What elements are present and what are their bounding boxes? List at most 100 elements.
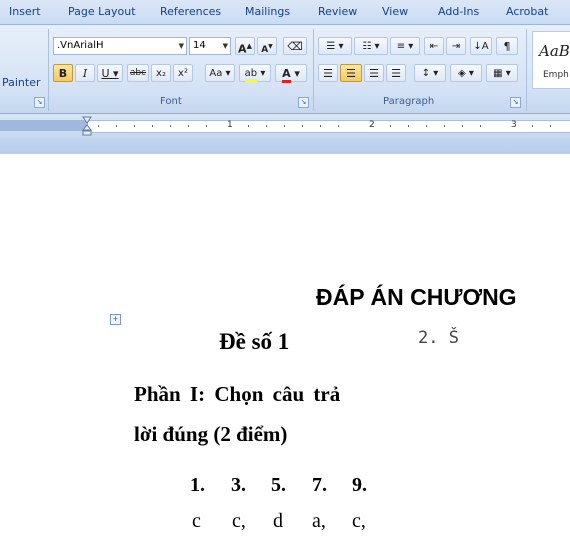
ruler-underlay [0,138,570,154]
ruler-tick [266,125,267,127]
ruler-tick [248,125,249,127]
answer-number: 3. [231,474,246,496]
font-group-label: Font [160,96,182,107]
section-heading-line2: lời đúng (2 điểm) [134,422,288,446]
sort-button[interactable]: ↓A [470,37,492,55]
ruler-tick [426,125,427,127]
ruler-tick [408,125,409,127]
answer-number: 9. [352,474,367,496]
line-spacing-button[interactable]: ↕ ▾ [414,64,446,82]
font-size-value: 14 [193,40,206,51]
font-size-combo[interactable]: 14 ▼ [189,37,231,55]
underline-button[interactable]: U ▾ [97,64,123,82]
superscript-button[interactable]: x² [173,64,193,82]
bold-button[interactable]: B [53,64,73,82]
ruler-tick [480,125,481,127]
tab-page-layout[interactable]: Page Layout [68,5,136,18]
shrink-font-button[interactable]: A▼ [257,37,277,55]
ruler-tick [188,125,189,127]
answer-value: c, [352,510,366,532]
justify-button[interactable]: ☰ [386,64,406,82]
text-highlight-button[interactable]: ab ▾ [239,64,271,82]
border-icon: ▦ [493,68,503,79]
ruler-tick [98,125,99,127]
ruler-tick [338,125,339,127]
ruler-tick [302,125,303,127]
ruler-tick [462,125,463,127]
font-name-combo[interactable]: .VnArialH ▼ [53,37,187,55]
ruler-tick [152,125,153,127]
indent-marker-icon[interactable] [82,116,92,136]
align-right-button[interactable]: ☰ [364,64,384,82]
chevron-down-icon: ▼ [178,42,184,50]
tab-mailings[interactable]: Mailings [245,5,290,18]
paragraph-dialog-launcher-icon[interactable]: ↘ [510,97,521,108]
font-dialog-launcher-icon[interactable]: ↘ [298,97,309,108]
show-formatting-marks-button[interactable]: ¶ [496,37,518,55]
ruler-margin [0,120,88,131]
bullets-button[interactable]: ☰ ▾ [318,37,352,55]
font-color-button[interactable]: A ▾ [275,64,307,83]
answer-value: d [273,510,283,532]
style-preview-text: AaB [539,42,570,60]
clear-formatting-icon[interactable]: ⌫ [283,37,307,55]
change-case-button[interactable]: Aa ▾ [205,64,235,82]
highlighter-icon: ab [244,68,258,82]
multilevel-list-button[interactable]: ≡ ▾ [390,37,420,55]
tab-review[interactable]: Review [318,5,357,18]
align-left-button[interactable]: ☰ [318,64,338,82]
numbering-button[interactable]: ☷ ▾ [354,37,388,55]
answer-value: c [192,510,201,532]
ruler-tick [284,125,285,127]
ruler-tick [390,125,391,127]
italic-button[interactable]: I [75,64,95,82]
tab-add-ins[interactable]: Add-Ins [438,5,479,18]
chevron-down-icon: ▼ [222,42,228,50]
style-name-label: Emph [543,70,569,80]
answer-number: 5. [271,474,286,496]
ribbon-tab-bar: Insert Page Layout References Mailings R… [0,0,570,25]
shading-button[interactable]: ◈ ▾ [450,64,482,82]
format-painter-button[interactable]: Painter [2,76,41,89]
ruler-tick [320,125,321,127]
ruler-tick [206,125,207,127]
table-move-handle-icon[interactable]: + [110,314,121,325]
ruler-number: 1 [227,120,233,130]
paragraph-group-label: Paragraph [383,96,435,107]
font-name-value: .VnArialH [57,40,104,51]
answer-number: 7. [312,474,327,496]
ruler-tick [116,125,117,127]
ruler-tick [532,125,533,127]
side-note-text: 2. Š [418,328,459,348]
ruler-tick [134,125,135,127]
decrease-indent-button[interactable]: ⇤ [424,37,444,55]
tab-references[interactable]: References [160,5,221,18]
answer-value: c, [232,510,246,532]
group-separator [526,29,527,111]
ruler-tick [550,125,551,127]
align-center-button[interactable]: ☰ [340,64,362,82]
ruler-tick [170,125,171,127]
tab-acrobat[interactable]: Acrobat [506,5,548,18]
paint-bucket-icon: ◈ [458,68,466,79]
section-heading-line1: Phần I: Chọn câu trả [134,382,341,406]
subscript-button[interactable]: x₂ [151,64,171,82]
tab-insert[interactable]: Insert [9,5,41,18]
group-separator [313,29,314,111]
font-color-icon: A [282,67,291,83]
ruler-number: 3 [511,120,517,130]
document-page[interactable]: + ĐÁP ÁN CHƯƠNG Đề số 1 2. Š Phần I: Chọ… [0,154,570,538]
ruler-tick [444,125,445,127]
answer-value: a, [312,510,326,532]
tab-view[interactable]: View [382,5,408,18]
style-gallery-item[interactable]: AaB Emph [532,31,570,89]
strikethrough-button[interactable]: abc [127,64,149,82]
document-title: ĐÁP ÁN CHƯƠNG [316,284,517,310]
clipboard-dialog-launcher-icon[interactable]: ↘ [34,97,45,108]
borders-button[interactable]: ▦ ▾ [486,64,518,82]
increase-indent-button[interactable]: ⇥ [446,37,466,55]
ruler-strip: 1 2 3 [88,120,570,133]
answer-number: 1. [190,474,205,496]
grow-font-button[interactable]: A▲ [235,37,255,56]
horizontal-ruler[interactable]: 1 2 3 [0,114,570,138]
